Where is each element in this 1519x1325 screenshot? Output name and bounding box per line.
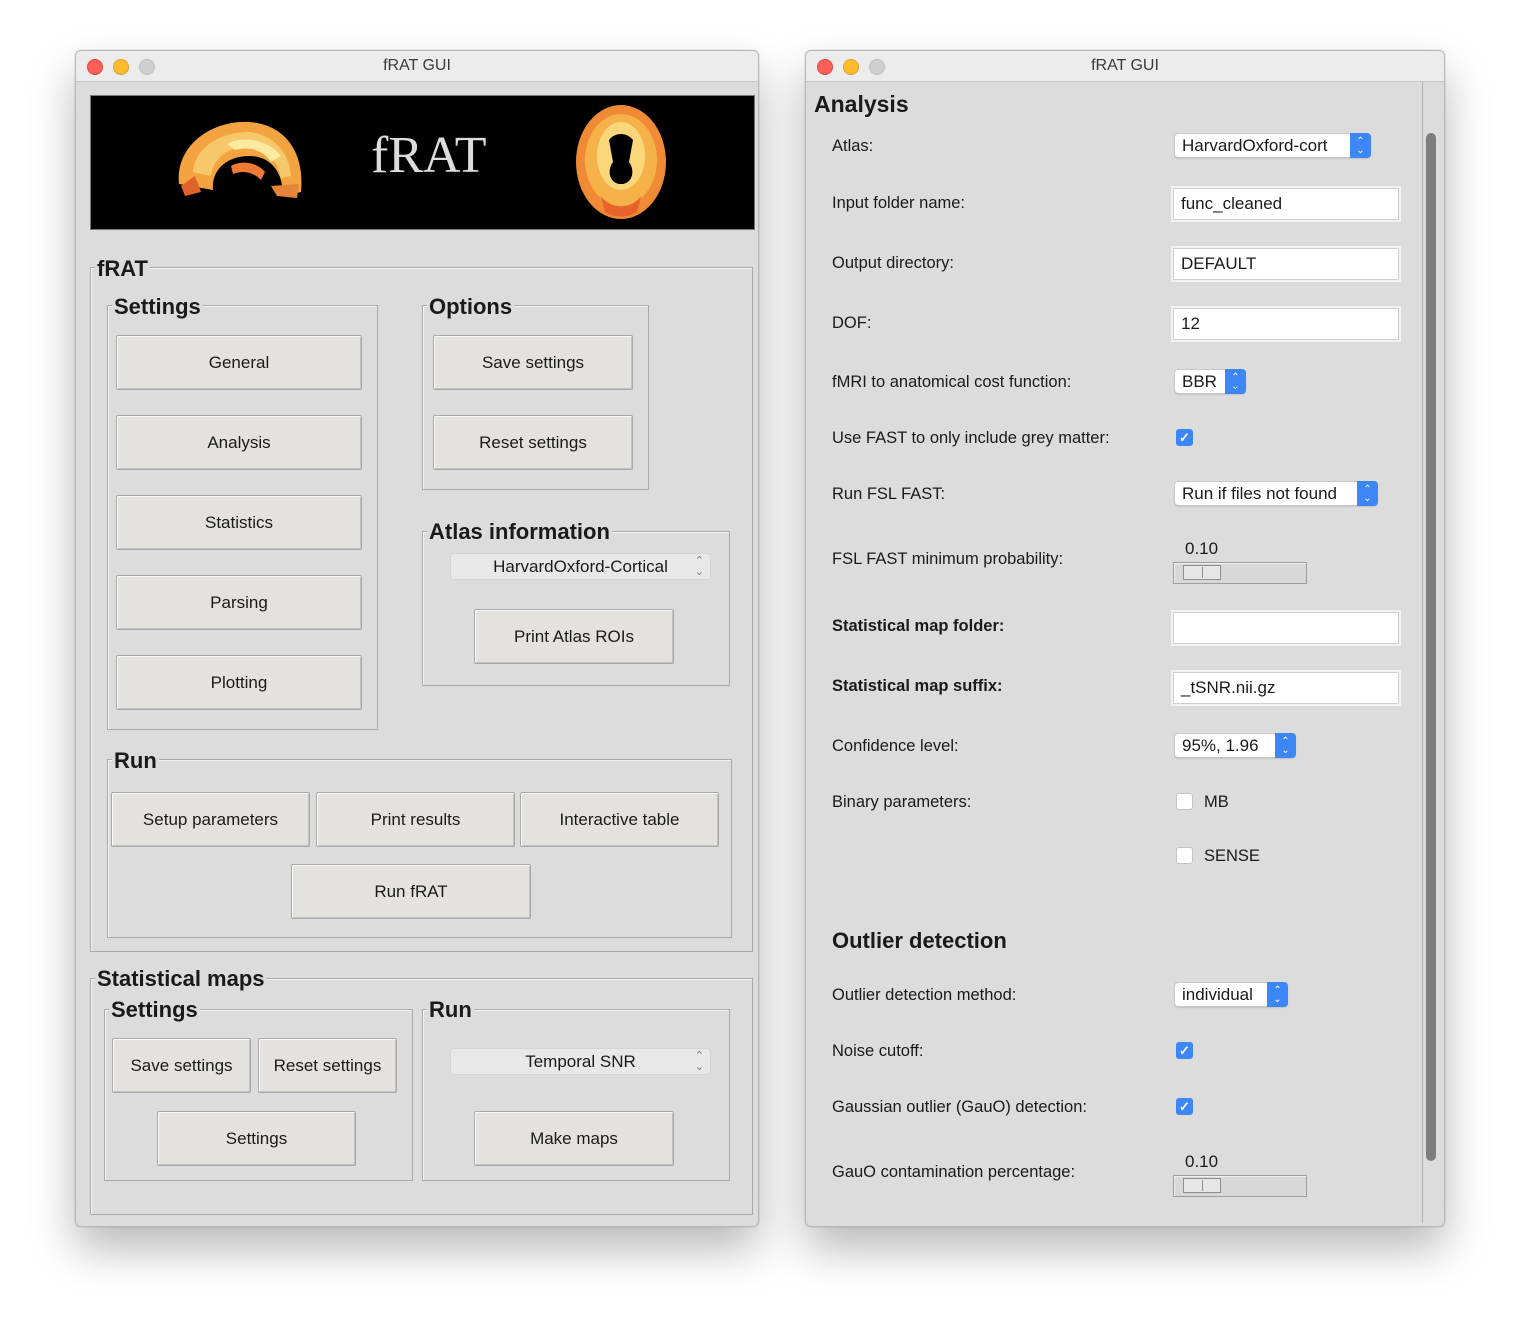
input-folder-field[interactable]: func_cleaned	[1173, 188, 1399, 220]
setup-parameters-button[interactable]: Setup parameters	[111, 792, 310, 847]
stat-save-settings-button[interactable]: Save settings	[112, 1038, 251, 1093]
gauo-detection-checkbox[interactable]: ✓	[1176, 1098, 1193, 1115]
input-folder-label: Input folder name:	[832, 194, 965, 212]
sense-label: SENSE	[1204, 847, 1260, 865]
vertical-scrollbar[interactable]	[1426, 133, 1436, 1161]
atlas-label: Atlas:	[832, 137, 874, 155]
slider-thumb[interactable]	[1183, 1178, 1221, 1193]
popup-arrows-icon: ⌃ ⌄	[1267, 982, 1288, 1007]
gauo-detection-label: Gaussian outlier (GauO) detection:	[832, 1098, 1087, 1116]
general-button[interactable]: General	[116, 335, 362, 390]
gauo-contamination-slider[interactable]	[1173, 1175, 1307, 1197]
atlas-select-value: HarvardOxford-Cortical	[493, 556, 668, 576]
make-maps-button[interactable]: Make maps	[474, 1111, 674, 1166]
outlier-method-popup[interactable]: individual ⌃ ⌄	[1174, 982, 1288, 1007]
popup-arrows-icon: ⌃ ⌄	[1275, 733, 1296, 758]
banner-image: fRAT	[90, 95, 755, 230]
cost-function-popup[interactable]: BBR ⌃ ⌄	[1174, 369, 1246, 394]
cost-function-label: fMRI to anatomical cost function:	[832, 373, 1072, 391]
stat-run-group-title: Run	[427, 997, 474, 1022]
confidence-popup[interactable]: 95%, 1.96 ⌃ ⌄	[1174, 733, 1296, 758]
dof-field[interactable]: 12	[1173, 308, 1399, 340]
mb-label: MB	[1204, 793, 1229, 811]
outlier-method-value: individual	[1182, 984, 1253, 1004]
analysis-button[interactable]: Analysis	[116, 415, 362, 470]
brain-axial-icon	[576, 105, 666, 219]
right-window: fRAT GUI Analysis Atlas: HarvardOxford-c…	[805, 50, 1445, 1227]
stat-reset-settings-button[interactable]: Reset settings	[258, 1038, 397, 1093]
outlier-method-label: Outlier detection method:	[832, 986, 1017, 1004]
options-group-title: Options	[427, 294, 515, 319]
fast-grey-checkbox[interactable]: ✓	[1176, 429, 1193, 446]
gauo-contamination-value: 0.10	[1185, 1152, 1219, 1171]
stat-settings-button[interactable]: Settings	[157, 1111, 356, 1166]
popup-arrows-icon: ⌃ ⌄	[1225, 369, 1246, 394]
binary-parameters-label: Binary parameters:	[832, 793, 972, 811]
plotting-button[interactable]: Plotting	[116, 655, 362, 710]
window-title: fRAT GUI	[383, 57, 451, 74]
stat-map-type-select[interactable]: Temporal SNR ⌃ ⌄	[450, 1048, 711, 1075]
confidence-label: Confidence level:	[832, 737, 959, 755]
save-settings-button[interactable]: Save settings	[433, 335, 633, 390]
outlier-detection-title: Outlier detection	[832, 928, 1007, 953]
chevron-updown-icon: ⌃ ⌄	[694, 555, 704, 578]
atlas-popup[interactable]: HarvardOxford-cort ⌃ ⌄	[1174, 133, 1371, 158]
cost-function-value: BBR	[1182, 371, 1217, 391]
stat-map-folder-label: Statistical map folder:	[832, 617, 1005, 635]
stat-map-suffix-label: Statistical map suffix:	[832, 677, 1003, 695]
popup-arrows-icon: ⌃ ⌄	[1357, 481, 1378, 506]
atlas-popup-value: HarvardOxford-cort	[1182, 135, 1328, 155]
interactive-table-button[interactable]: Interactive table	[520, 792, 719, 847]
stat-map-type-value: Temporal SNR	[525, 1051, 636, 1071]
chevron-updown-icon: ⌃ ⌄	[694, 1050, 704, 1073]
stat-settings-group-title: Settings	[109, 997, 200, 1022]
run-frat-button[interactable]: Run fRAT	[291, 864, 531, 919]
reset-settings-button[interactable]: Reset settings	[433, 415, 633, 470]
gauo-contamination-label: GauO contamination percentage:	[832, 1163, 1076, 1181]
print-results-button[interactable]: Print results	[316, 792, 515, 847]
atlas-info-group-title: Atlas information	[427, 519, 612, 544]
title-bar: fRAT GUI	[806, 51, 1444, 82]
statistics-button[interactable]: Statistics	[116, 495, 362, 550]
sense-checkbox[interactable]	[1176, 847, 1193, 864]
run-fast-popup[interactable]: Run if files not found ⌃ ⌄	[1174, 481, 1378, 506]
fast-probability-label: FSL FAST minimum probability:	[832, 550, 1064, 568]
run-fast-label: Run FSL FAST:	[832, 485, 946, 503]
fast-probability-value: 0.10	[1185, 539, 1219, 558]
stat-map-suffix-field[interactable]: _tSNR.nii.gz	[1173, 672, 1399, 704]
parsing-button[interactable]: Parsing	[116, 575, 362, 630]
noise-cutoff-checkbox[interactable]: ✓	[1176, 1042, 1193, 1059]
left-window: fRAT GUI fRAT fRAT Settings General Anal…	[75, 50, 759, 1227]
window-title: fRAT GUI	[1091, 57, 1159, 74]
confidence-value: 95%, 1.96	[1182, 735, 1259, 755]
output-directory-field[interactable]: DEFAULT	[1173, 248, 1399, 280]
title-bar: fRAT GUI	[76, 51, 758, 82]
print-atlas-rois-button[interactable]: Print Atlas ROIs	[474, 609, 674, 664]
run-group-title: Run	[112, 748, 159, 773]
analysis-title: Analysis	[814, 91, 909, 117]
stat-map-folder-field[interactable]	[1173, 612, 1399, 644]
dof-label: DOF:	[832, 314, 872, 332]
fast-probability-slider[interactable]	[1173, 562, 1307, 584]
stat-maps-group-title: Statistical maps	[95, 966, 267, 991]
brain-sagittal-icon	[178, 121, 302, 198]
frat-group-title: fRAT	[95, 256, 150, 281]
run-fast-value: Run if files not found	[1182, 483, 1337, 503]
settings-group-title: Settings	[112, 294, 203, 319]
noise-cutoff-label: Noise cutoff:	[832, 1042, 924, 1060]
slider-thumb[interactable]	[1183, 565, 1221, 580]
mb-checkbox[interactable]	[1176, 793, 1193, 810]
output-directory-label: Output directory:	[832, 254, 954, 272]
banner-title: fRAT	[371, 127, 487, 184]
atlas-select[interactable]: HarvardOxford-Cortical ⌃ ⌄	[450, 553, 711, 580]
popup-arrows-icon: ⌃ ⌄	[1350, 133, 1371, 158]
fast-grey-label: Use FAST to only include grey matter:	[832, 429, 1110, 447]
